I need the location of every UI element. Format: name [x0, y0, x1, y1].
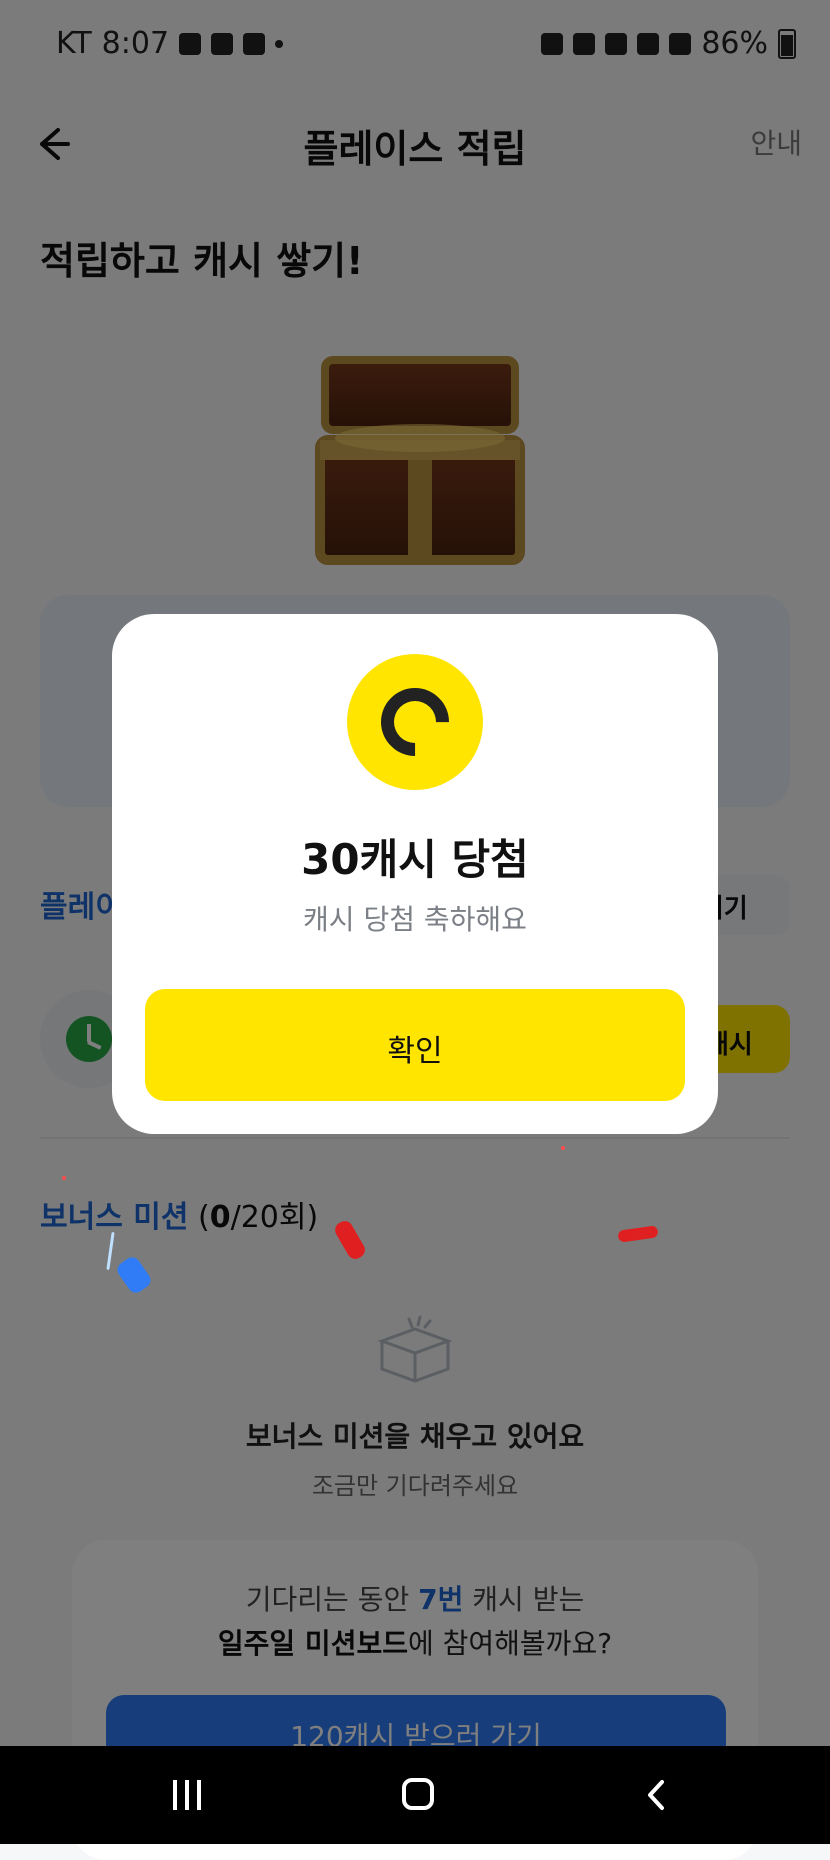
home-icon[interactable]	[402, 1778, 434, 1810]
system-back-icon[interactable]	[640, 1778, 674, 1812]
modal-title: 30캐시 당첨	[301, 835, 529, 884]
modal-subtitle: 캐시 당첨 축하해요	[303, 903, 527, 936]
confetti	[561, 1146, 565, 1150]
recent-apps-icon[interactable]	[170, 1778, 204, 1812]
confetti	[62, 1176, 66, 1180]
confirm-button-label: 확인	[387, 1034, 443, 1069]
